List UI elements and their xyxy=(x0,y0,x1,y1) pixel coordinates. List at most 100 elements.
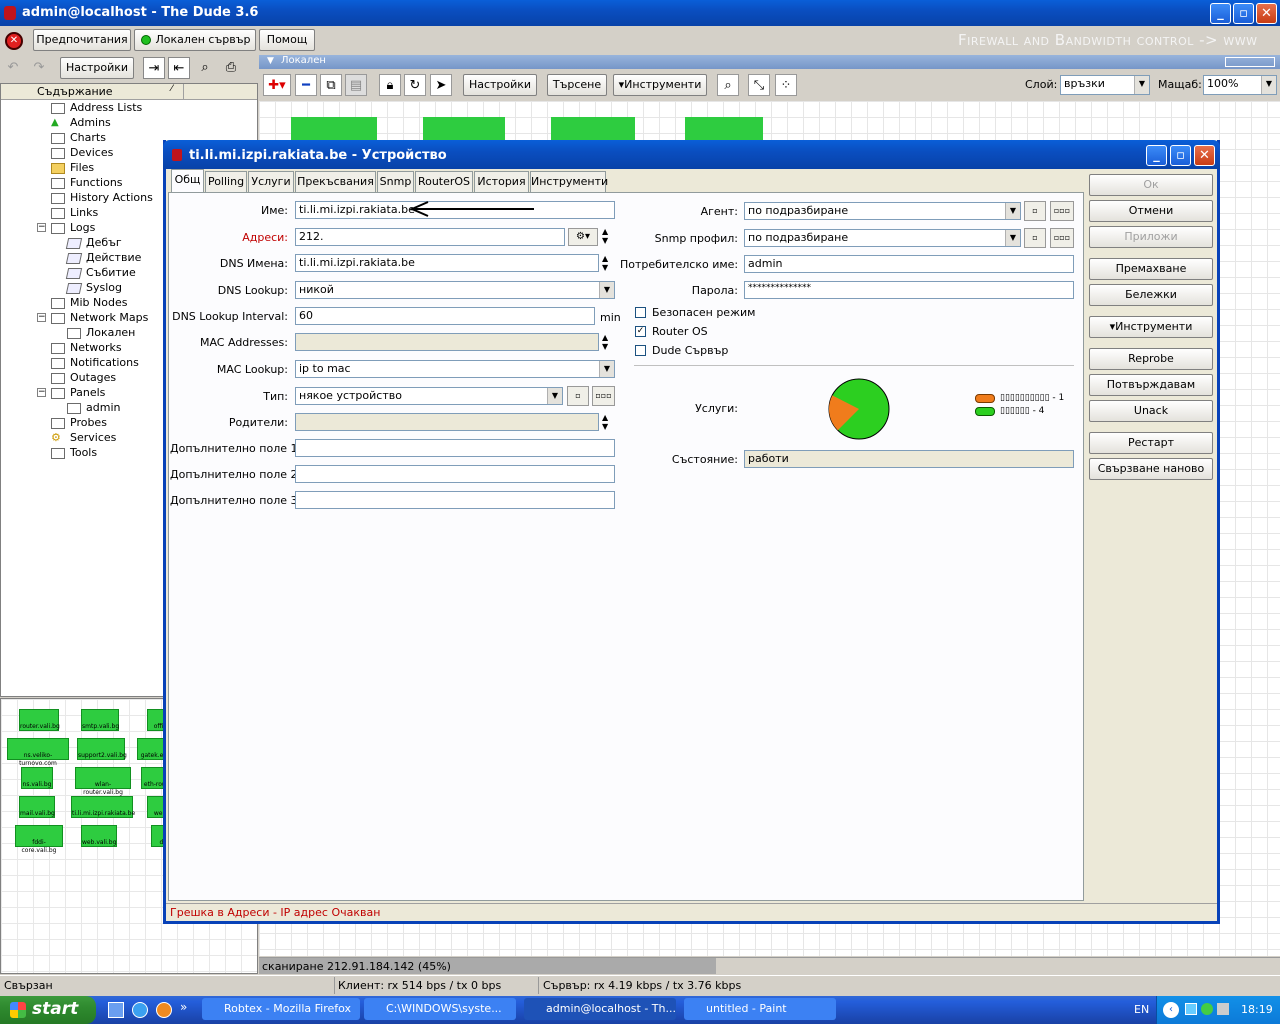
custom2-input[interactable] xyxy=(295,465,615,483)
collapse-expander-icon[interactable]: − xyxy=(37,313,46,322)
router-os-checkbox[interactable]: ✓ xyxy=(635,326,646,337)
mini-map-node[interactable]: support2.vali.bg xyxy=(77,738,127,760)
tree-item[interactable]: Локален xyxy=(67,325,135,340)
tab-5[interactable]: RouterOS xyxy=(415,171,473,192)
settings-button[interactable]: Настройки xyxy=(60,57,134,79)
secure-mode-checkbox[interactable] xyxy=(635,307,646,318)
mini-map-node[interactable]: web.vali.bg xyxy=(81,825,117,847)
custom1-input[interactable] xyxy=(295,439,615,457)
type-more-button[interactable]: ▫▫▫ xyxy=(592,386,615,406)
chevron-down-icon[interactable]: ▼ xyxy=(599,361,614,377)
tree-item[interactable]: Devices xyxy=(51,145,113,160)
map-settings-button[interactable]: Настройки xyxy=(463,74,537,96)
disconnect-icon[interactable]: ✕ xyxy=(5,32,23,50)
tree-item[interactable]: Networks xyxy=(51,340,122,355)
mac-addresses-input[interactable] xyxy=(295,333,599,351)
chevron-down-icon[interactable]: ▼ xyxy=(1134,76,1149,94)
mini-map-node[interactable]: ns.veliko-turnovo.com xyxy=(7,738,69,767)
dns-interval-input[interactable]: 60 xyxy=(295,307,595,325)
spin-icon[interactable]: ▲ ▼ xyxy=(602,413,608,431)
tab-2[interactable]: Услуги xyxy=(248,171,294,192)
tree-header[interactable]: Съдържание ⁄ xyxy=(1,84,257,100)
mini-map-node[interactable]: mail.vali.bg xyxy=(19,796,55,818)
fit-icon[interactable]: ⤡ xyxy=(748,74,770,96)
spin-icon[interactable]: ▲ ▼ xyxy=(602,254,608,272)
remove-button[interactable]: Премахване xyxy=(1089,258,1213,280)
tree-item[interactable]: Panels xyxy=(51,385,105,400)
chevron-down-icon[interactable]: ▼ xyxy=(1005,203,1020,219)
address-tools-icon[interactable]: ⚙▾ xyxy=(568,228,598,246)
help-button[interactable]: Помощ xyxy=(259,29,315,51)
export-icon[interactable]: ⇤ xyxy=(168,57,190,79)
parents-input[interactable] xyxy=(295,413,599,431)
tab-0[interactable]: Общ xyxy=(171,169,204,192)
tab-6[interactable]: История xyxy=(474,171,529,192)
cancel-button[interactable]: Отмени xyxy=(1089,200,1213,222)
add-icon[interactable]: ✚▾ xyxy=(263,74,291,96)
dns-names-input[interactable]: ti.li.mi.izpi.rakiata.be xyxy=(295,254,599,272)
tree-item[interactable]: Links xyxy=(51,205,98,220)
lock-icon[interactable]: 🔒︎ xyxy=(379,74,401,96)
tree-item[interactable]: Functions xyxy=(51,175,123,190)
snmp-edit-button[interactable]: ▫ xyxy=(1024,228,1046,248)
layout-icon[interactable] xyxy=(1225,57,1275,67)
tray-volume-icon[interactable] xyxy=(1217,1003,1229,1015)
import-icon[interactable]: ⇥ xyxy=(143,57,165,79)
tree-item[interactable]: History Actions xyxy=(51,190,153,205)
layout-auto-icon[interactable]: ⁘ xyxy=(775,74,797,96)
notes-button[interactable]: Бележки xyxy=(1089,284,1213,306)
start-button[interactable]: start xyxy=(0,996,96,1024)
agent-select[interactable]: по подразбиране ▼ xyxy=(744,202,1021,220)
tools-menu-button[interactable]: ▾Инструменти xyxy=(1089,316,1213,338)
dude-server-checkbox[interactable] xyxy=(635,345,646,356)
quicklaunch-firefox-icon[interactable] xyxy=(156,1002,172,1018)
task-cmd[interactable]: C:\WINDOWS\syste... xyxy=(364,998,516,1020)
ok-button[interactable]: Ок xyxy=(1089,174,1213,196)
collapse-expander-icon[interactable]: − xyxy=(37,223,46,232)
unack-button[interactable]: Unack xyxy=(1089,400,1213,422)
tree-item[interactable]: Notifications xyxy=(51,355,139,370)
spin-icon[interactable]: ▲ ▼ xyxy=(602,227,608,245)
map-search-button[interactable]: Търсене xyxy=(547,74,607,96)
collapse-expander-icon[interactable]: − xyxy=(37,388,46,397)
dialog-close-icon[interactable]: ✕ xyxy=(1194,145,1215,166)
redo-icon[interactable]: ↷ xyxy=(28,57,50,79)
tree-item[interactable]: ▲ Admins xyxy=(51,115,111,130)
map-panel-header[interactable]: ▼ Локален xyxy=(259,55,1280,69)
mac-lookup-select[interactable]: ip to mac ▼ xyxy=(295,360,615,378)
maximize-icon[interactable]: ▫ xyxy=(1233,3,1254,24)
chevron-down-icon[interactable]: ▼ xyxy=(547,388,562,404)
tree-item[interactable]: Събитие xyxy=(65,265,136,280)
close-icon[interactable]: ✕ xyxy=(1256,3,1277,24)
dialog-title-bar[interactable]: ti.li.mi.izpi.rakiata.be - Устройство _ … xyxy=(163,140,1220,169)
tree-item[interactable]: Syslog xyxy=(65,280,122,295)
banner-text[interactable]: Firewall and Bandwidth control -> www xyxy=(958,31,1258,49)
mini-map-node[interactable]: smtp.vali.bg xyxy=(81,709,119,731)
tray-expand-icon[interactable]: ‹ xyxy=(1163,1002,1179,1018)
tab-7[interactable]: Инструменти xyxy=(530,171,608,192)
map-tools-button[interactable]: ▾Инструменти xyxy=(613,74,707,96)
clock[interactable]: 18:19 xyxy=(1241,1003,1273,1016)
local-server-button[interactable]: Локален сървър xyxy=(134,29,256,51)
main-title-bar[interactable]: admin@localhost - The Dude 3.6 _ ▫ ✕ xyxy=(0,0,1280,26)
tray-messenger-icon[interactable] xyxy=(1201,1003,1213,1015)
password-input[interactable]: ************** xyxy=(744,281,1074,299)
tab-4[interactable]: Snmp xyxy=(377,171,414,192)
restart-button[interactable]: Рестарт xyxy=(1089,432,1213,454)
tree-item[interactable]: Logs xyxy=(51,220,95,235)
layer-select[interactable]: връзки ▼ xyxy=(1060,75,1150,95)
tree-item[interactable]: admin xyxy=(67,400,120,415)
tree-item[interactable]: ⚙ Services xyxy=(51,430,116,445)
mini-map-node[interactable]: wlan-router.vali.bg xyxy=(75,767,131,796)
quicklaunch-more-icon[interactable]: » xyxy=(180,1000,187,1014)
binoculars-icon[interactable]: ⌕ xyxy=(194,57,216,79)
tray-network-icon[interactable] xyxy=(1185,1003,1197,1015)
paste-icon[interactable]: ▤ xyxy=(345,74,367,96)
remove-icon[interactable]: ━ xyxy=(295,74,317,96)
dialog-minimize-icon[interactable]: _ xyxy=(1146,145,1167,166)
spin-icon[interactable]: ▲ ▼ xyxy=(602,333,608,351)
tree-item[interactable]: Дебъг xyxy=(65,235,122,250)
custom3-input[interactable] xyxy=(295,491,615,509)
dns-lookup-select[interactable]: никой ▼ xyxy=(295,281,615,299)
reconnect-button[interactable]: Свързване наново xyxy=(1089,458,1213,480)
